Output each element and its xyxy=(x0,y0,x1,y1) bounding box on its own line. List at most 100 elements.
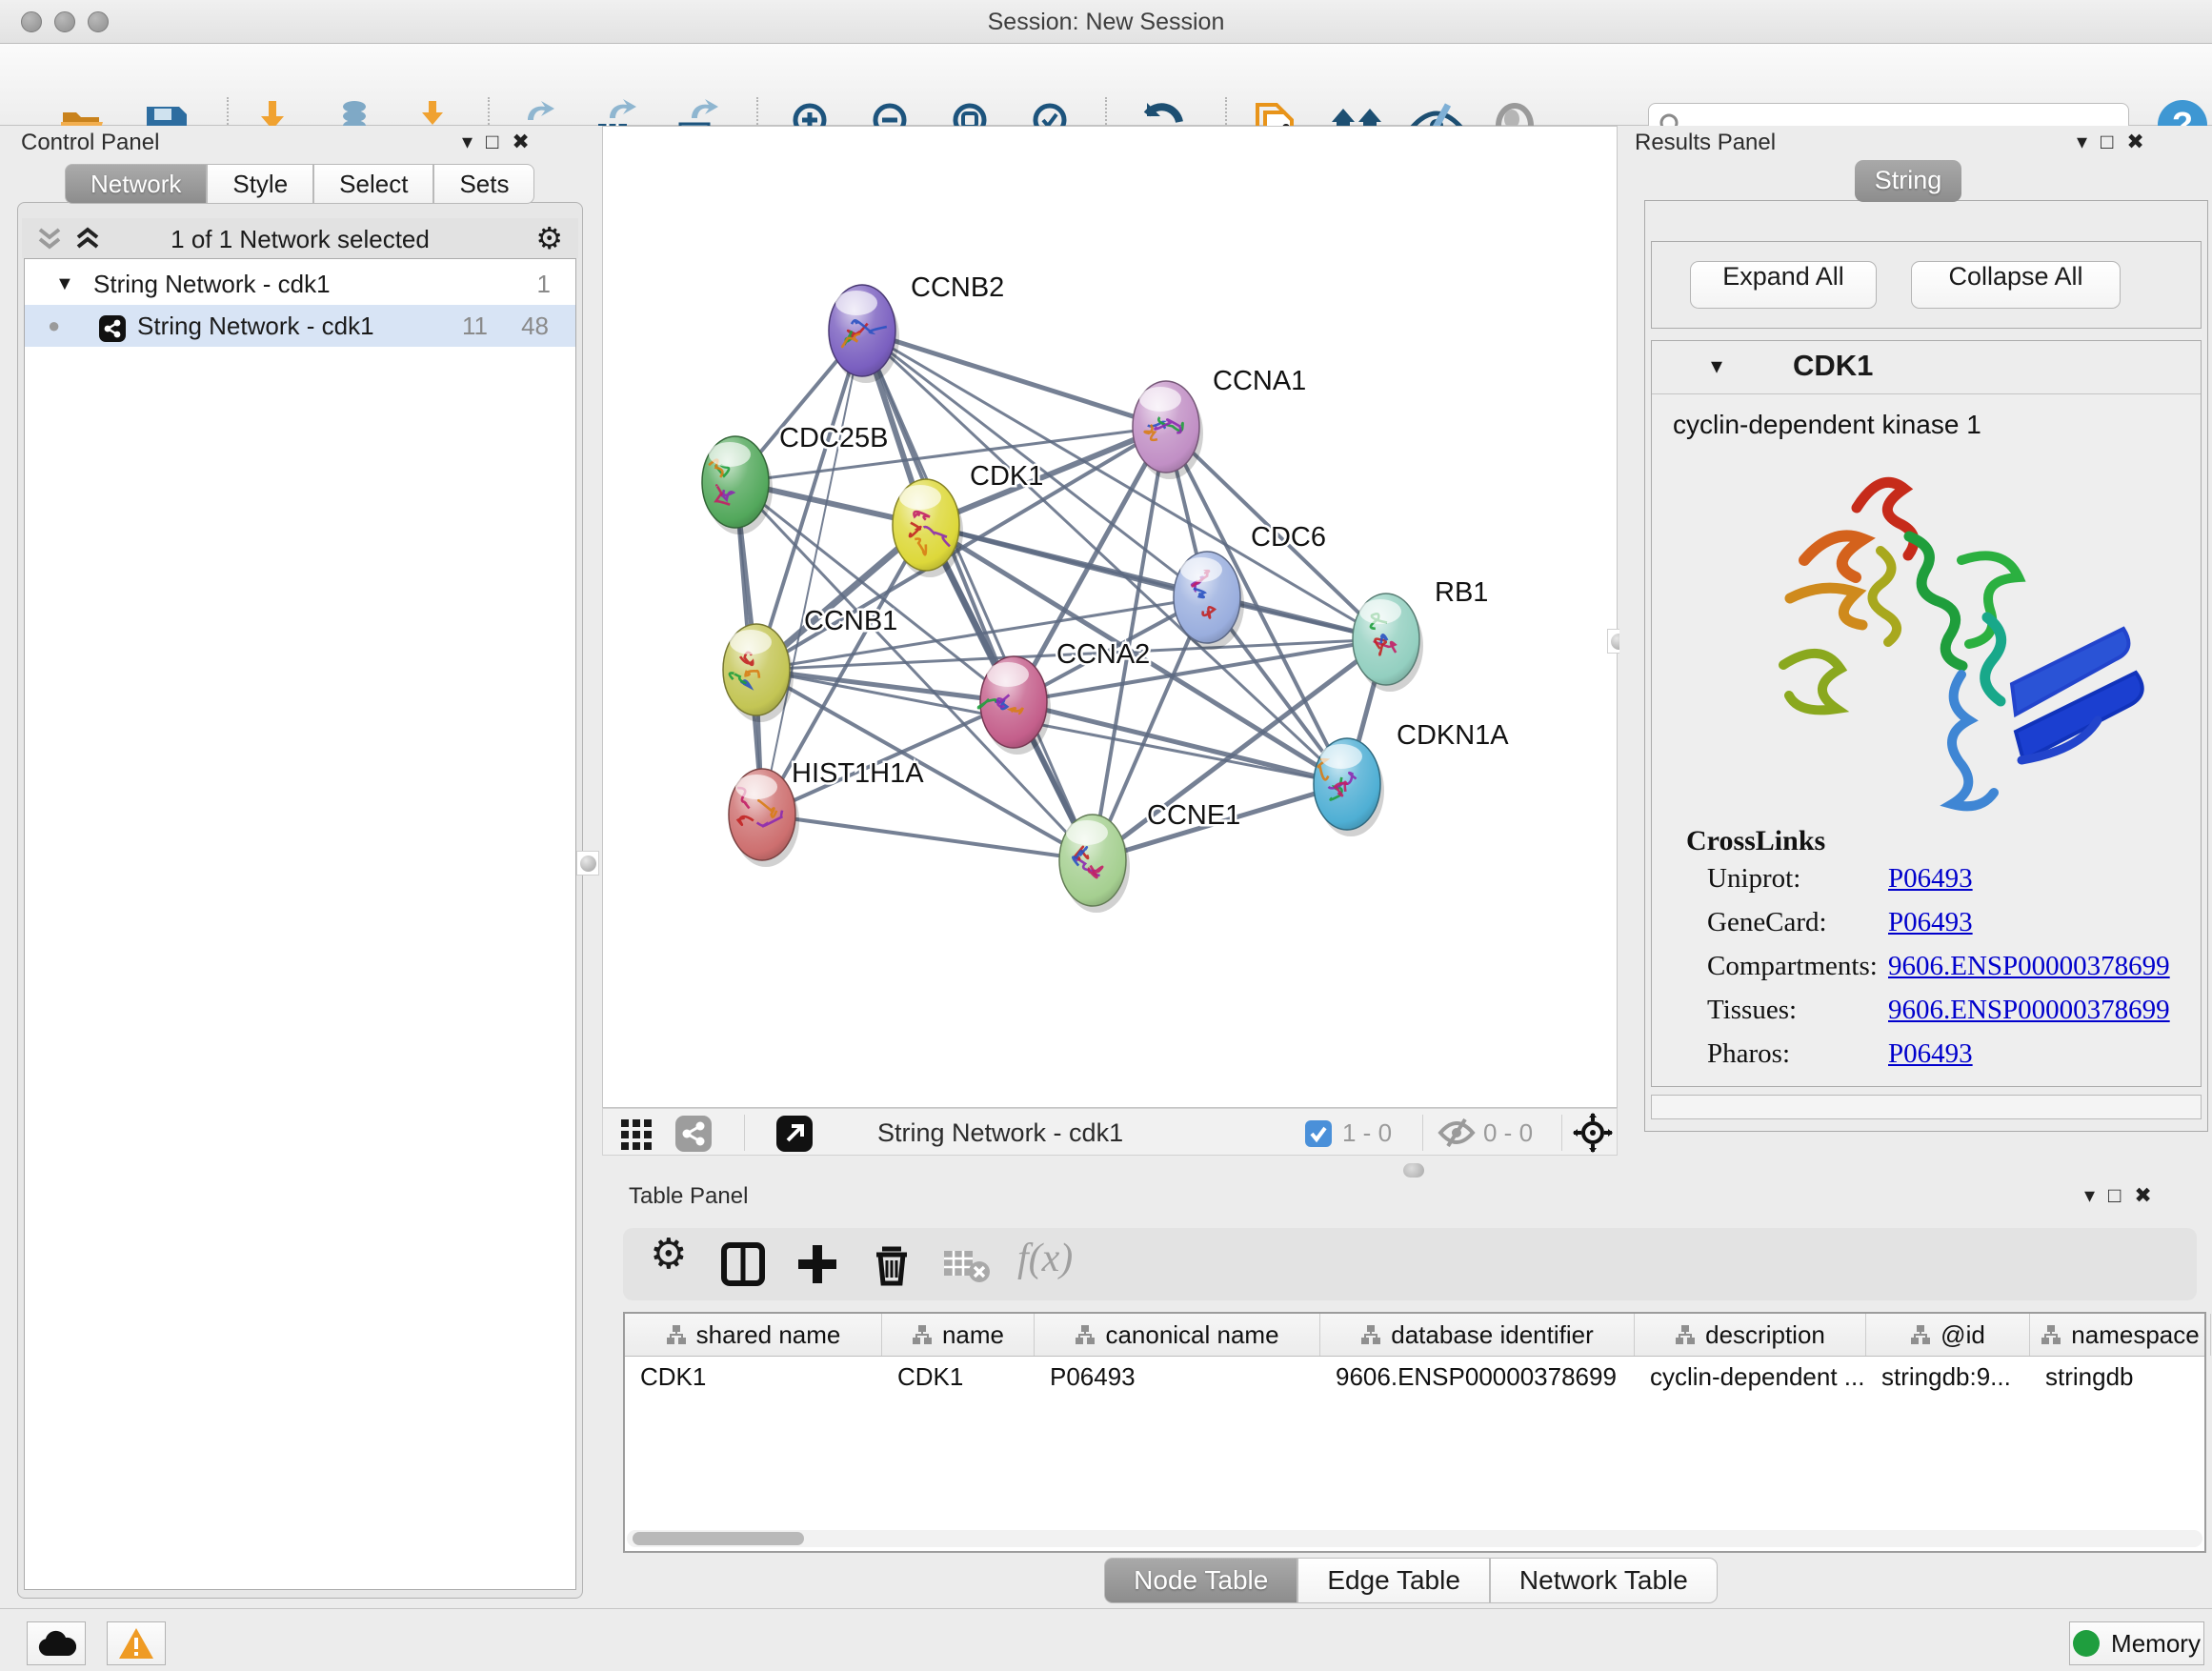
network-node-count: 11 xyxy=(462,305,488,347)
close-panel-icon[interactable]: ✖ xyxy=(512,130,542,154)
tab-network-table[interactable]: Network Table xyxy=(1490,1558,1718,1603)
node-CDC25B[interactable]: CDC25B xyxy=(702,423,888,534)
toolbar-separator xyxy=(744,1115,745,1151)
grid-view-icon[interactable] xyxy=(620,1117,654,1156)
shared-column-icon xyxy=(912,1324,933,1345)
close-panel-icon[interactable]: ✖ xyxy=(2126,130,2157,154)
crosslink-value[interactable]: 9606.ENSP00000378699 xyxy=(1888,995,2170,1025)
node-HIST1H1A[interactable]: HIST1H1A xyxy=(729,758,924,867)
column-header-database-identifier[interactable]: database identifier xyxy=(1320,1314,1635,1356)
crosslink-row: GeneCard:P06493 xyxy=(1707,907,2183,949)
collapse-all-button[interactable]: Collapse All xyxy=(1911,261,2121,309)
crosslink-value[interactable]: P06493 xyxy=(1888,863,1973,894)
edge-HIST1H1A-CCNE1[interactable] xyxy=(762,815,1093,860)
delete-column-icon[interactable] xyxy=(869,1241,915,1292)
table-cell[interactable]: P06493 xyxy=(1035,1357,1320,1397)
table-cell[interactable]: stringdb xyxy=(2030,1357,2211,1397)
table-cell[interactable]: 9606.ENSP00000378699 xyxy=(1320,1357,1635,1397)
table-row[interactable]: CDK1CDK1P064939606.ENSP00000378699cyclin… xyxy=(625,1357,2204,1397)
gene-section-header[interactable]: ▾ CDK1 xyxy=(1652,341,2201,394)
crosslink-label: Compartments: xyxy=(1707,951,1888,982)
crosslink-value[interactable]: 9606.ENSP00000378699 xyxy=(1888,951,2170,981)
table-options-gear-icon[interactable]: ⚙ xyxy=(650,1230,687,1278)
column-header-namespace[interactable]: namespace xyxy=(2030,1314,2211,1356)
selected-checkbox-icon[interactable] xyxy=(1304,1119,1333,1153)
memory-status-dot xyxy=(2073,1630,2100,1657)
table-cell[interactable]: stringdb:9... xyxy=(1866,1357,2030,1397)
column-header-description[interactable]: description xyxy=(1635,1314,1866,1356)
collection-name: String Network - cdk1 xyxy=(93,263,331,305)
expand-all-button[interactable]: Expand All xyxy=(1690,261,1877,309)
edge-CCNB2-CCNA1[interactable] xyxy=(862,331,1166,427)
left-splitter-handle[interactable] xyxy=(576,851,599,876)
shared-column-icon xyxy=(2041,1324,2061,1345)
edge-CCNB2-HIST1H1A[interactable] xyxy=(762,331,862,815)
collapse-panel-icon[interactable]: ▾ xyxy=(2077,130,2101,154)
main-toolbar: ? xyxy=(0,44,2212,126)
node-CDK1[interactable]: CDK1 xyxy=(893,461,1043,577)
delete-table-icon[interactable] xyxy=(943,1249,993,1288)
gene-description: cyclin-dependent kinase 1 xyxy=(1673,410,1981,440)
tab-network[interactable]: Network xyxy=(65,164,207,204)
column-header-name[interactable]: name xyxy=(882,1314,1035,1356)
function-builder-icon[interactable]: f(x) xyxy=(1017,1236,1073,1281)
float-panel-icon[interactable]: □ xyxy=(486,130,512,154)
table-cell[interactable]: CDK1 xyxy=(882,1357,1035,1397)
network-tab-content: 1 of 1 Network selected ⚙ ▼ String Netwo… xyxy=(17,202,583,1599)
column-header-canonical-name[interactable]: canonical name xyxy=(1035,1314,1320,1356)
collection-expander-icon[interactable]: ▼ xyxy=(55,263,74,305)
crosslink-value[interactable]: P06493 xyxy=(1888,1038,1973,1069)
open-in-window-icon[interactable] xyxy=(776,1116,813,1157)
table-horizontal-scrollbar[interactable] xyxy=(627,1530,2202,1547)
node-label-CDK1: CDK1 xyxy=(970,461,1043,492)
network-thumbnail-icon[interactable] xyxy=(675,1116,712,1157)
crosslink-label: GeneCard: xyxy=(1707,907,1888,938)
warnings-button[interactable] xyxy=(107,1621,166,1665)
scrollbar-thumb[interactable] xyxy=(633,1532,804,1545)
results-scrollbar[interactable] xyxy=(1651,1095,2202,1119)
shared-column-icon xyxy=(666,1324,687,1345)
section-expander-icon[interactable]: ▾ xyxy=(1711,352,1722,380)
create-column-icon[interactable] xyxy=(794,1241,840,1292)
tab-style[interactable]: Style xyxy=(207,164,313,204)
window-title: Session: New Session xyxy=(0,9,2212,36)
network-canvas[interactable]: CCNB2CCNA1CDC25BCDK1CDC6RB1CCNB1CCNA2CDK… xyxy=(602,126,1618,1108)
collapse-panel-icon[interactable]: ▾ xyxy=(462,130,486,154)
network-options-gear-icon[interactable]: ⚙ xyxy=(535,220,563,256)
close-panel-icon[interactable]: ✖ xyxy=(2134,1183,2164,1208)
tab-select[interactable]: Select xyxy=(313,164,433,204)
tab-node-table[interactable]: Node Table xyxy=(1104,1558,1297,1603)
table-toolbar: ⚙ f(x) xyxy=(623,1228,2197,1300)
column-header-shared-name[interactable]: shared name xyxy=(625,1314,882,1356)
memory-button[interactable]: Memory xyxy=(2069,1621,2204,1665)
cloud-button[interactable] xyxy=(27,1621,86,1665)
node-CCNE1[interactable]: CCNE1 xyxy=(1059,800,1240,913)
table-cell[interactable]: cyclin-dependent ... xyxy=(1635,1357,1866,1397)
crosslinks-title: CrossLinks xyxy=(1686,825,1825,857)
horizontal-splitter-handle[interactable] xyxy=(1403,1163,1424,1178)
string-results-content: Expand All Collapse All ▾ CDK1 cyclin-de… xyxy=(1644,200,2208,1132)
node-RB1[interactable]: RB1 xyxy=(1353,577,1488,692)
edge-CCNB1-CCNA2[interactable] xyxy=(756,670,1014,702)
float-panel-icon[interactable]: □ xyxy=(2108,1183,2134,1208)
network-graph[interactable]: CCNB2CCNA1CDC25BCDK1CDC6RB1CCNB1CCNA2CDK… xyxy=(603,127,1617,1107)
crosslink-row: Uniprot:P06493 xyxy=(1707,863,2183,905)
collapse-panel-icon[interactable]: ▾ xyxy=(2084,1183,2108,1208)
tab-sets[interactable]: Sets xyxy=(433,164,534,204)
tab-string[interactable]: String xyxy=(1855,160,1961,202)
table-cell[interactable]: CDK1 xyxy=(625,1357,882,1397)
network-collection-row[interactable]: ▼ String Network - cdk1 1 xyxy=(25,263,575,305)
float-panel-icon[interactable]: □ xyxy=(2101,130,2126,154)
column-header--id[interactable]: @id xyxy=(1866,1314,2030,1356)
crosslink-value[interactable]: P06493 xyxy=(1888,907,1973,937)
network-row[interactable]: ● String Network - cdk1 11 48 xyxy=(25,305,575,347)
selected-count: 1 - 0 xyxy=(1342,1118,1392,1148)
crosslink-label: Tissues: xyxy=(1707,995,1888,1026)
node-CDC6[interactable]: CDC6 xyxy=(1174,522,1326,650)
birdseye-crosshair-icon[interactable] xyxy=(1573,1113,1613,1158)
node-CCNA1[interactable]: CCNA1 xyxy=(1133,366,1306,479)
show-columns-icon[interactable] xyxy=(720,1241,766,1292)
hidden-eye-icon[interactable] xyxy=(1438,1117,1476,1153)
node-CDKN1A[interactable]: CDKN1A xyxy=(1314,720,1509,836)
tab-edge-table[interactable]: Edge Table xyxy=(1297,1558,1490,1603)
